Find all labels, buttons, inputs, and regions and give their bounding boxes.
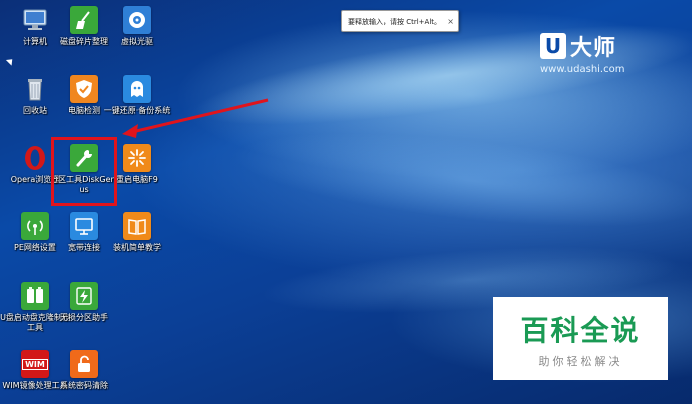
input-release-tooltip: 要释放输入，请按 Ctrl+Alt。 × — [341, 10, 459, 32]
logo-url: www.udashi.com — [540, 64, 625, 75]
watermark-title: 百科全说 — [520, 314, 641, 347]
baike-watermark: 百科全说 助你轻松解决 — [493, 297, 668, 380]
tooltip-close-icon[interactable]: × — [447, 11, 454, 33]
logo-name: 大师 — [570, 36, 617, 61]
desktop: 计算机 回收站 Opera浏览器 PE网络设置 U盘启动盘克隆制作工具 WIM … — [0, 0, 692, 404]
watermark-subtitle: 助你轻松解决 — [538, 355, 623, 368]
logo-u-icon: U — [540, 33, 566, 59]
tooltip-text: 要释放输入，请按 Ctrl+Alt。 — [348, 18, 442, 26]
udashi-logo: U 大师 www.udashi.com — [540, 30, 680, 75]
